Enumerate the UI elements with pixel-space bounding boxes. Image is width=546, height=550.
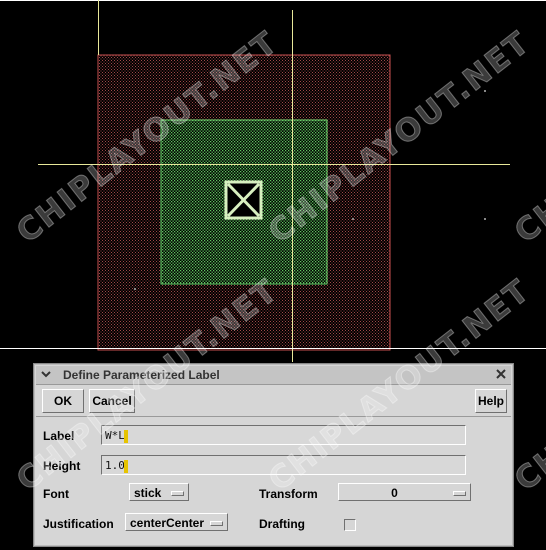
font-field-label: Font <box>43 487 69 501</box>
justification-field-label: Justification <box>43 517 114 531</box>
font-dropdown[interactable]: stick <box>129 483 189 501</box>
ok-button[interactable]: OK <box>42 389 84 413</box>
cancel-button[interactable]: Cancel <box>89 389 135 413</box>
button-row: OK Cancel Help <box>36 386 511 417</box>
drafting-checkbox[interactable] <box>344 519 356 531</box>
text-cursor <box>123 459 128 473</box>
transform-field-label: Transform <box>259 487 318 501</box>
dialog-title: Define Parameterized Label <box>63 368 220 382</box>
dropdown-indicator-icon <box>171 491 184 496</box>
layout-svg <box>0 0 546 362</box>
dropdown-indicator-icon <box>453 491 466 496</box>
justification-dropdown[interactable]: centerCenter <box>125 513 228 531</box>
layout-canvas[interactable] <box>0 0 546 362</box>
define-parameterized-label-dialog: Define Parameterized Label OK Cancel Hel… <box>33 363 514 547</box>
transform-dropdown[interactable]: 0 <box>338 483 471 501</box>
close-icon[interactable] <box>494 368 508 382</box>
dropdown-indicator-icon <box>210 521 223 526</box>
help-button[interactable]: Help <box>475 389 507 413</box>
justification-dropdown-value: centerCenter <box>130 516 205 530</box>
font-dropdown-value: stick <box>134 486 162 500</box>
transform-dropdown-value: 0 <box>391 486 398 500</box>
contact-marker <box>224 180 263 220</box>
dialog-titlebar[interactable]: Define Parameterized Label <box>36 366 511 385</box>
label-input[interactable]: W*L <box>101 425 466 445</box>
label-input-value: W*L <box>105 429 125 442</box>
height-input-value: 1.0 <box>105 459 125 472</box>
text-cursor <box>123 429 128 443</box>
height-field-label: Height <box>43 459 81 473</box>
height-input[interactable]: 1.0 <box>101 455 466 475</box>
drafting-field-label: Drafting <box>259 517 305 531</box>
chevron-down-icon[interactable] <box>39 368 53 382</box>
label-field-label: Label <box>43 429 75 443</box>
